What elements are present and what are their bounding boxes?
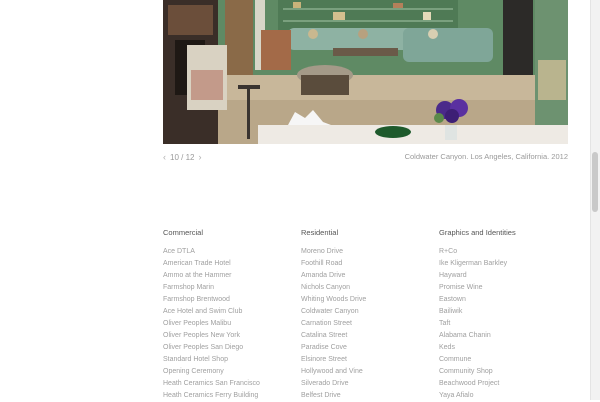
project-link[interactable]: Opening Ceremony <box>163 366 293 378</box>
prev-arrow-icon[interactable]: ‹ <box>163 152 166 162</box>
project-link[interactable]: Farmshop Marin <box>163 282 293 294</box>
project-link[interactable]: Hollywood and Vine <box>301 366 431 378</box>
footer-column-commercial: Commercial Ace DTLA American Trade Hotel… <box>163 228 293 402</box>
project-link[interactable]: Ace DTLA <box>163 246 293 258</box>
project-link[interactable]: Commune <box>439 354 569 366</box>
project-link[interactable]: American Trade Hotel <box>163 258 293 270</box>
project-link[interactable]: Ace Hotel and Swim Club <box>163 306 293 318</box>
project-link[interactable]: Oliver Peoples San Diego <box>163 342 293 354</box>
project-link[interactable]: Foothill Road <box>301 258 431 270</box>
page-scrollbar[interactable] <box>590 0 600 400</box>
project-link[interactable]: Ammo at the Hammer <box>163 270 293 282</box>
project-link[interactable]: Heath Ceramics Ferry Building <box>163 390 293 402</box>
project-link[interactable]: R+Co <box>439 246 569 258</box>
project-link[interactable]: Beachwood Project <box>439 378 569 390</box>
project-link[interactable]: Coldwater Canyon <box>301 306 431 318</box>
column-heading: Residential <box>301 228 339 237</box>
project-link[interactable]: Paradise Cove <box>301 342 431 354</box>
project-link[interactable]: Elsinore Street <box>301 354 431 366</box>
column-heading: Commercial <box>163 228 204 237</box>
project-link[interactable]: Standard Hotel Shop <box>163 354 293 366</box>
project-link[interactable]: Eastown <box>439 294 569 306</box>
project-link[interactable]: Farmshop Brentwood <box>163 294 293 306</box>
project-link[interactable]: Community Shop <box>439 366 569 378</box>
project-link[interactable]: Amanda Drive <box>301 270 431 282</box>
gallery-pager: ‹ 10 / 12 › <box>163 152 201 162</box>
project-link[interactable]: Nichols Canyon <box>301 282 431 294</box>
project-link[interactable]: Alabama Chanin <box>439 330 569 342</box>
project-link[interactable]: Taft <box>439 318 569 330</box>
project-link[interactable]: Heath Ceramics San Francisco <box>163 378 293 390</box>
project-link[interactable]: Oliver Peoples Malibu <box>163 318 293 330</box>
footer-column-graphics: Graphics and Identities R+Co Ike Kligerm… <box>439 228 569 402</box>
next-arrow-icon[interactable]: › <box>198 152 201 162</box>
photo-caption: Coldwater Canyon. Los Angeles, Californi… <box>404 152 568 161</box>
project-link[interactable]: Whiting Woods Drive <box>301 294 431 306</box>
project-link[interactable]: Moreno Drive <box>301 246 431 258</box>
project-link[interactable]: Oliver Peoples New York <box>163 330 293 342</box>
project-link[interactable]: Keds <box>439 342 569 354</box>
gallery-photo <box>163 0 568 144</box>
project-link[interactable]: Yaya Afialo <box>439 390 569 402</box>
project-link[interactable]: Carnation Street <box>301 318 431 330</box>
project-link[interactable]: Silverado Drive <box>301 378 431 390</box>
column-heading: Graphics and Identities <box>439 228 516 237</box>
footer-column-residential: Residential Moreno Drive Foothill Road A… <box>301 228 431 402</box>
project-link[interactable]: Promise Wine <box>439 282 569 294</box>
scrollbar-thumb[interactable] <box>592 152 598 212</box>
project-link[interactable]: Ike Kligerman Barkley <box>439 258 569 270</box>
project-link[interactable]: Catalina Street <box>301 330 431 342</box>
gallery-counter: 10 / 12 <box>170 152 195 162</box>
project-link[interactable]: Belfest Drive <box>301 390 431 402</box>
project-link[interactable]: Bailiwik <box>439 306 569 318</box>
project-link[interactable]: Hayward <box>439 270 569 282</box>
